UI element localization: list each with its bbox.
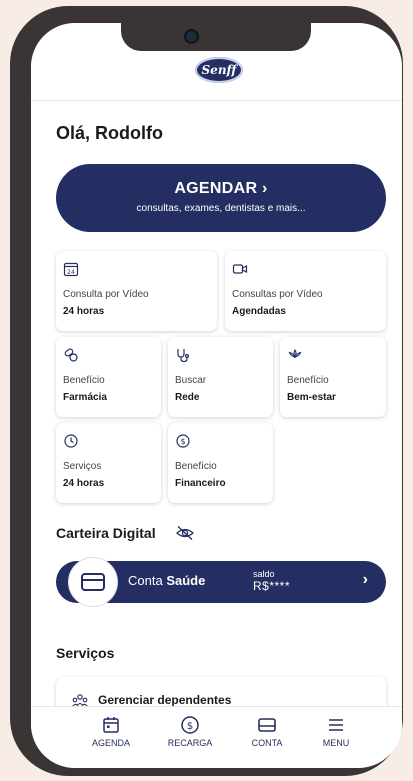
wallet-title: Carteira Digital xyxy=(56,525,156,541)
shortcut-buscar-rede[interactable]: Buscar Rede xyxy=(168,337,273,417)
shortcut-sublabel: Financeiro xyxy=(175,478,226,489)
shortcut-label: Serviços xyxy=(63,461,102,472)
shortcut-beneficio-financeiro[interactable]: $ Benefício Financeiro xyxy=(168,423,273,503)
nav-label: MENU xyxy=(322,738,350,748)
card-icon-circle xyxy=(68,557,118,607)
pills-icon xyxy=(64,348,78,362)
shortcut-label: Consulta por Vídeo xyxy=(63,289,149,300)
shortcut-servicos-24h[interactable]: Serviços 24 horas xyxy=(56,423,161,503)
nav-agenda[interactable]: AGENDA xyxy=(76,715,146,748)
dollar-coin-icon: $ xyxy=(181,716,199,734)
nav-label: RECARGA xyxy=(167,738,213,748)
shortcut-sublabel: Farmácia xyxy=(63,392,107,403)
calendar-icon xyxy=(103,717,119,733)
shortcut-consulta-video-24h[interactable]: 24 Consulta por Vídeo 24 horas xyxy=(56,251,217,331)
card-icon xyxy=(81,573,105,591)
account-name: Conta Saúde xyxy=(128,573,206,588)
manage-dependents-label: Gerenciar dependentes xyxy=(98,693,232,707)
stethoscope-icon xyxy=(177,349,190,363)
calendar-24-icon: 24 xyxy=(63,262,79,277)
phone-frame: Senff Olá, Rodolfo AGENDAR › consultas, … xyxy=(10,6,403,776)
phone-side-button xyxy=(13,154,21,196)
card-icon xyxy=(258,718,276,732)
saldo-value: R$**** xyxy=(253,579,291,593)
svg-text:$: $ xyxy=(187,721,193,732)
shortcut-beneficio-bem-estar[interactable]: Benefício Bem-estar xyxy=(280,337,386,417)
chevron-right-icon: › xyxy=(362,571,368,588)
shortcut-label: Consultas por Vídeo xyxy=(232,289,323,300)
shortcut-sublabel: Rede xyxy=(175,392,200,403)
shortcut-label: Benefício xyxy=(63,375,105,386)
greeting: Olá, Rodolfo xyxy=(56,123,163,143)
shortcut-beneficio-farmacia[interactable]: Benefício Farmácia xyxy=(56,337,161,417)
video-camera-icon xyxy=(232,264,248,274)
nav-recarga[interactable]: $ RECARGA xyxy=(155,715,225,748)
agendar-title: AGENDAR › xyxy=(174,180,268,197)
saldo-label: saldo xyxy=(253,569,275,579)
shortcut-sublabel: Agendadas xyxy=(232,306,286,317)
agendar-subtitle: consultas, exames, dentistas e mais... xyxy=(136,203,306,214)
senff-logo: Senff xyxy=(195,57,243,83)
shortcut-sublabel: Bem-estar xyxy=(287,392,336,403)
hamburger-icon xyxy=(329,719,343,731)
phone-volume-up xyxy=(13,238,21,298)
shortcut-label: Benefício xyxy=(287,375,329,386)
shortcut-sublabel: 24 horas xyxy=(63,478,105,489)
shortcut-label: Buscar xyxy=(175,375,207,386)
app-screen: Senff Olá, Rodolfo AGENDAR › consultas, … xyxy=(31,23,402,768)
camera-icon xyxy=(184,29,199,44)
shortcut-consultas-agendadas[interactable]: Consultas por Vídeo Agendadas xyxy=(225,251,386,331)
dollar-coin-icon: $ xyxy=(176,434,190,448)
agendar-button[interactable]: AGENDAR › consultas, exames, dentistas e… xyxy=(56,164,386,232)
services-title: Serviços xyxy=(56,645,115,661)
nav-menu[interactable]: MENU xyxy=(301,715,371,748)
svg-text:24: 24 xyxy=(67,269,75,276)
nav-conta[interactable]: CONTA xyxy=(232,715,302,748)
eye-off-icon[interactable] xyxy=(175,525,195,541)
notch xyxy=(121,23,311,51)
shortcut-sublabel: 24 horas xyxy=(63,306,105,317)
bottom-nav: AGENDA $ RECARGA CONTA MENU xyxy=(31,706,402,768)
phone-volume-down xyxy=(13,306,21,366)
clock-icon xyxy=(64,434,78,448)
nav-label: AGENDA xyxy=(91,738,130,748)
nav-label: CONTA xyxy=(251,738,283,748)
lotus-icon xyxy=(288,349,302,359)
conta-saude-card[interactable]: Conta Saúde saldo R$**** › xyxy=(56,557,386,607)
svg-text:$: $ xyxy=(180,437,185,446)
shortcut-label: Benefício xyxy=(175,461,217,472)
